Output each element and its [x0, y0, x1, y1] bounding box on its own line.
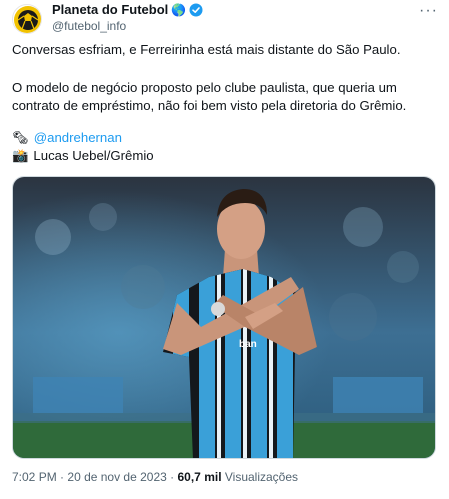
views-count[interactable]: 60,7 mil: [178, 470, 222, 484]
camera-emoji: 📸: [12, 148, 29, 163]
tweet-time-link[interactable]: 7:02 PM: [12, 470, 57, 484]
author-names: Planeta do Futebol 🌎 @futebol_info: [52, 2, 203, 33]
verified-badge-icon: [189, 3, 203, 16]
tweet-card: Planeta do Futebol 🌎 @futebol_info ··· C…: [0, 0, 449, 499]
tweet-photo[interactable]: ban: [12, 176, 436, 459]
author-handle[interactable]: @futebol_info: [52, 19, 203, 33]
avatar[interactable]: [12, 4, 42, 34]
display-name[interactable]: Planeta do Futebol: [52, 2, 168, 17]
newspaper-emoji: 🗞: [12, 130, 29, 145]
footer-separator: ·: [170, 470, 175, 484]
more-options-icon[interactable]: ···: [419, 2, 438, 20]
writer-mention-link[interactable]: @andrehernan: [34, 129, 122, 147]
player-photo: ban: [13, 177, 435, 458]
display-name-row: Planeta do Futebol 🌎: [52, 2, 203, 17]
tweet-text-line-3: contrato de empréstimo, não foi bem vist…: [12, 98, 407, 113]
credit-photo: 📸 Lucas Uebel/Grêmio: [12, 147, 154, 165]
tweet-date-link[interactable]: 20 de nov de 2023: [67, 470, 166, 484]
footer-separator: ·: [60, 470, 65, 484]
credit-writer: 🗞 @andrehernan: [12, 129, 122, 147]
tweet-footer: 7:02 PM · 20 de nov de 2023 · 60,7 mil V…: [12, 470, 298, 484]
tweet-text-line-2: O modelo de negócio proposto pelo clube …: [12, 80, 397, 95]
svg-text:ban: ban: [239, 339, 257, 350]
tweet-text-line-1: Conversas esfriam, e Ferreirinha está ma…: [12, 42, 401, 57]
tweet-header: Planeta do Futebol 🌎 @futebol_info ···: [10, 2, 440, 34]
views-label: Visualizações: [224, 470, 299, 484]
globe-emoji: 🌎: [171, 2, 187, 17]
photo-credit-text: Lucas Uebel/Grêmio: [33, 148, 154, 163]
ball-logo-icon: [14, 6, 41, 33]
